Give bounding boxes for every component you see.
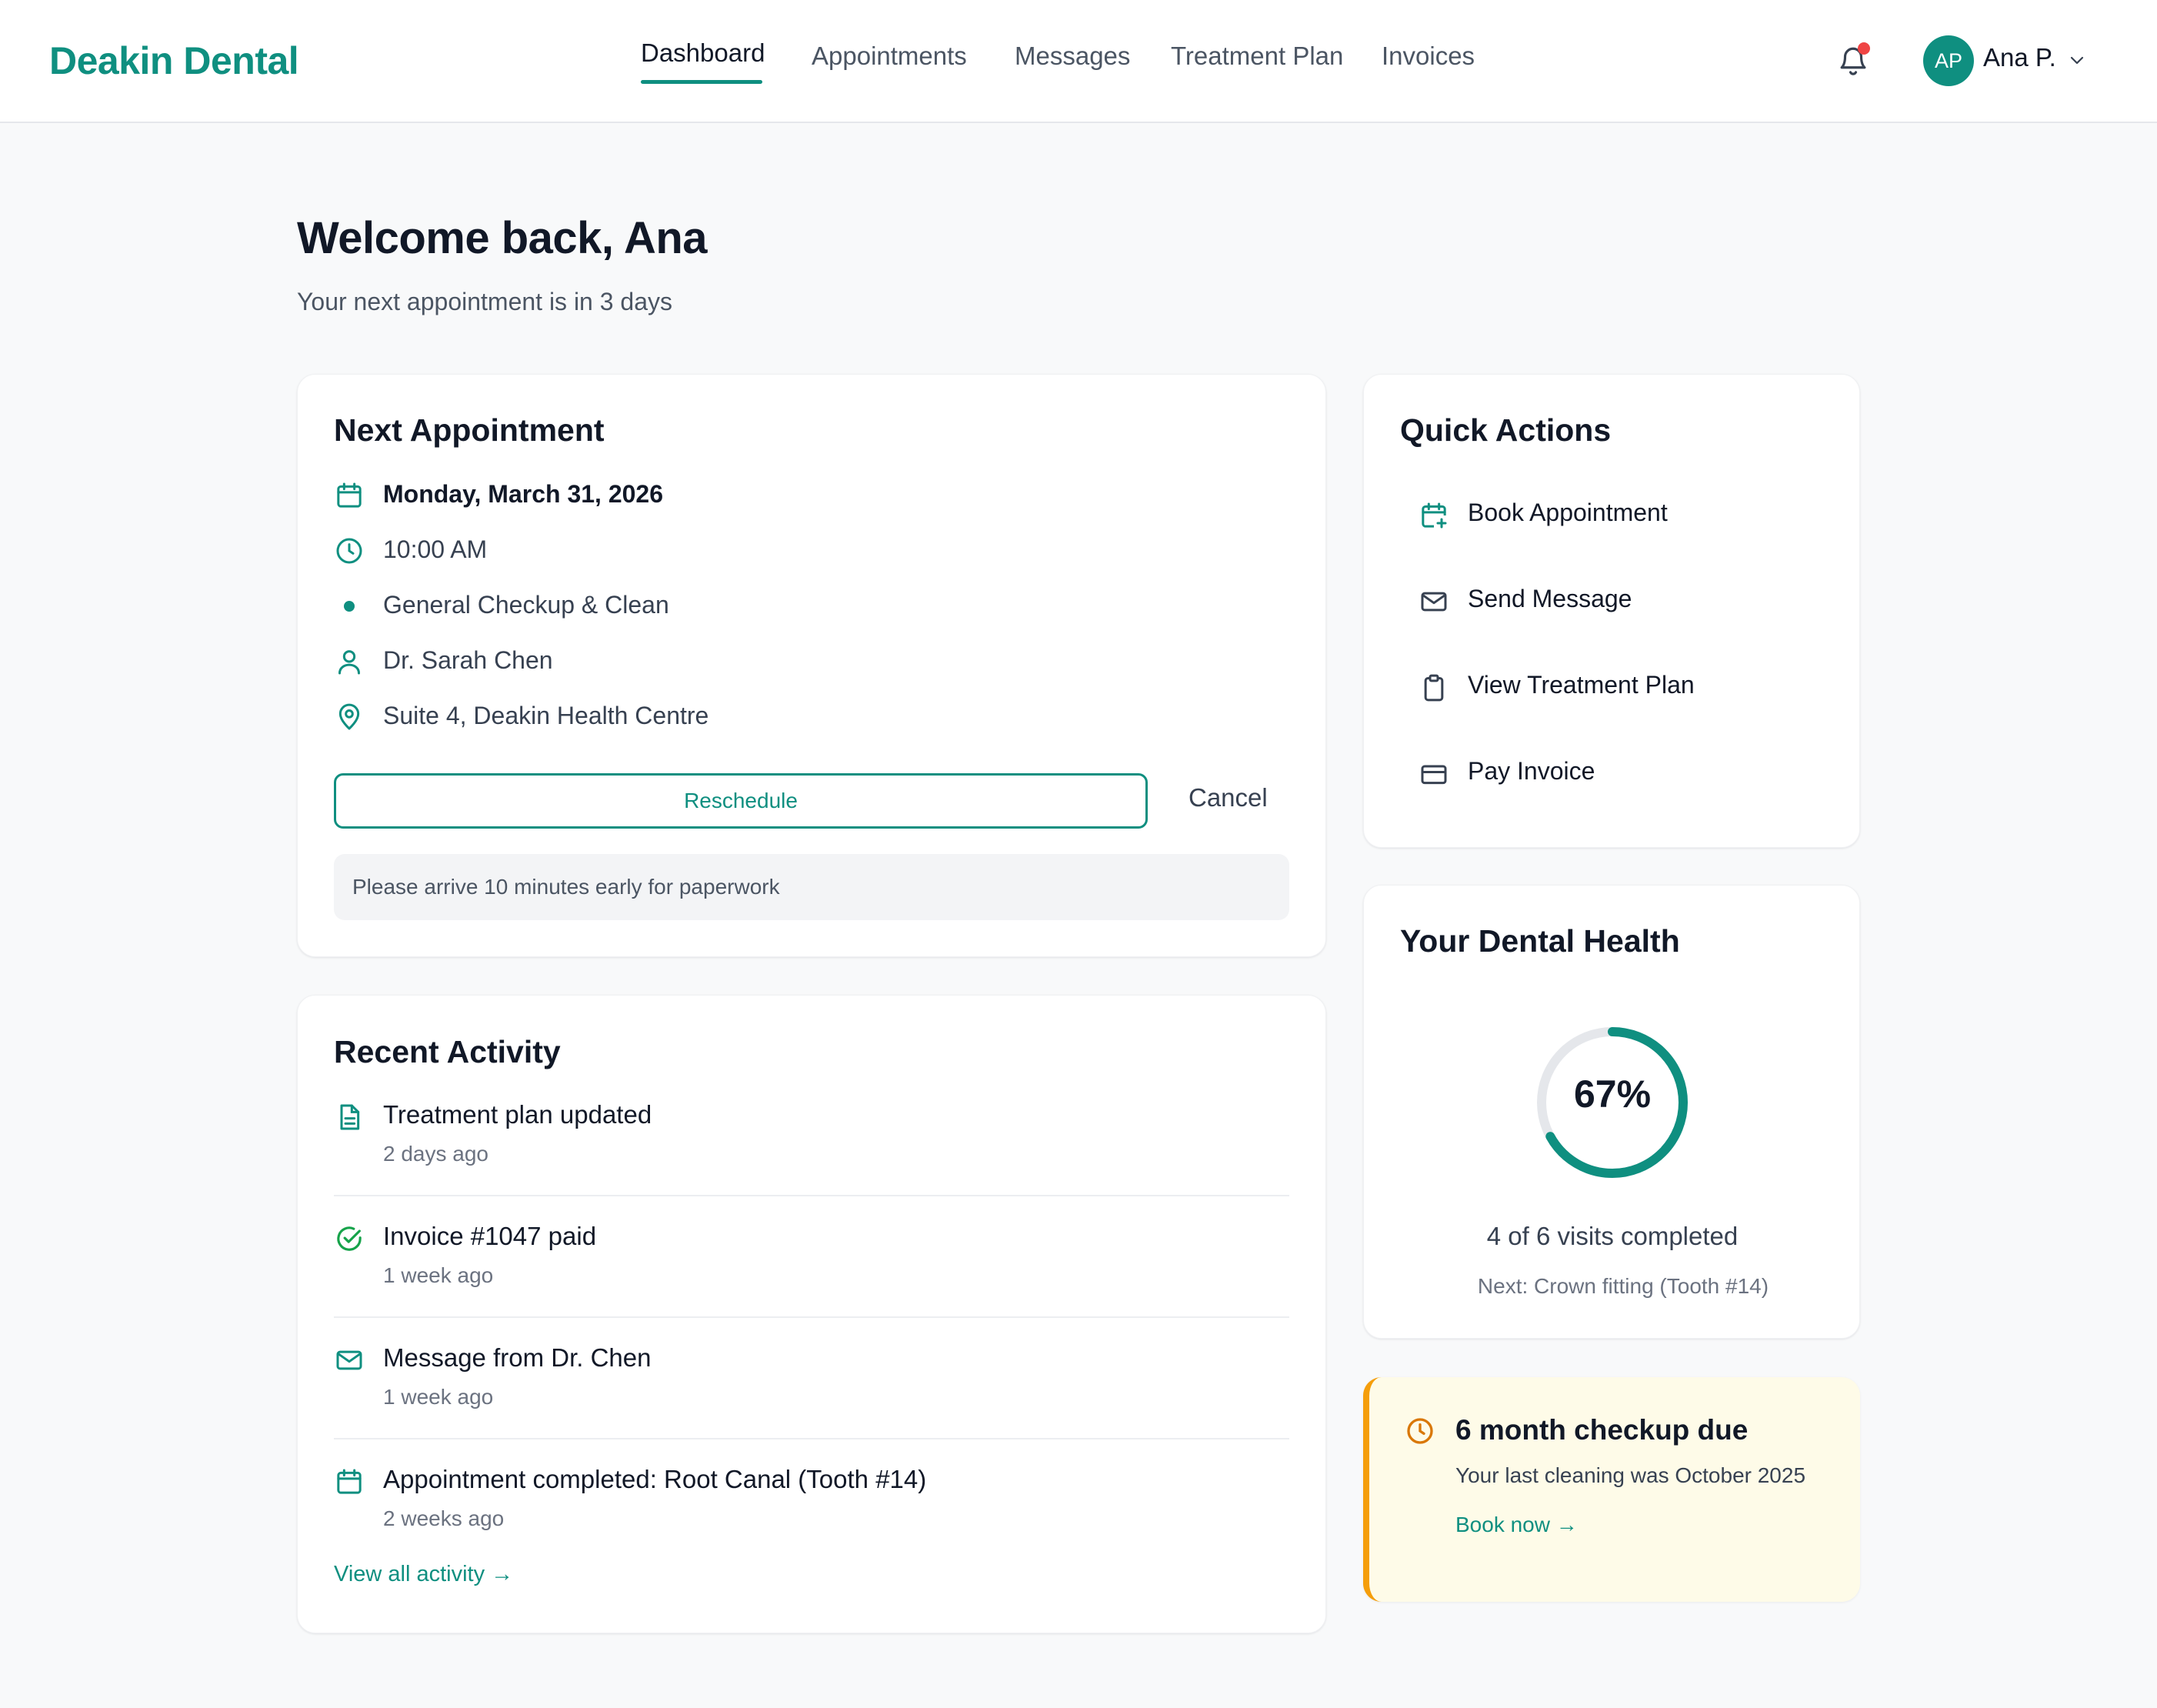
user-menu-name[interactable]: Ana P. bbox=[1983, 43, 2056, 72]
next-treatment: Next: Crown fitting (Tooth #14) bbox=[1477, 1274, 1769, 1298]
alert-title: 6 month checkup due bbox=[1455, 1414, 1749, 1446]
avatar[interactable]: AP bbox=[1923, 35, 1974, 86]
mail-icon[interactable] bbox=[1419, 586, 1449, 617]
dot-icon bbox=[344, 601, 355, 612]
appointment-location: Suite 4, Deakin Health Centre bbox=[383, 702, 709, 729]
user-icon bbox=[338, 650, 360, 675]
document-icon bbox=[340, 1104, 360, 1130]
activity-title[interactable]: Treatment plan updated bbox=[383, 1100, 652, 1129]
activity-time: 2 weeks ago bbox=[383, 1506, 505, 1530]
credit-card-icon[interactable] bbox=[1419, 759, 1449, 789]
recent-activity-title: Recent Activity bbox=[334, 1034, 561, 1069]
reschedule-button[interactable]: Reschedule bbox=[334, 773, 1148, 829]
page-title: Welcome back, Ana bbox=[297, 213, 708, 263]
send-message-action[interactable]: Send Message bbox=[1468, 585, 1632, 613]
book-now-link[interactable]: Book now → bbox=[1455, 1513, 1578, 1537]
activity-title[interactable]: Appointment completed: Root Canal (Tooth… bbox=[383, 1465, 926, 1494]
appointment-note: Please arrive 10 minutes early for paper… bbox=[334, 854, 1289, 920]
book-appointment-action[interactable]: Book Appointment bbox=[1468, 499, 1668, 527]
map-pin-icon bbox=[338, 703, 360, 730]
chevron-down-icon[interactable] bbox=[2068, 54, 2086, 68]
nav-dashboard[interactable]: Dashboard bbox=[641, 38, 765, 68]
check-circle-icon bbox=[337, 1226, 362, 1251]
activity-title[interactable]: Message from Dr. Chen bbox=[383, 1343, 651, 1373]
calendar-icon bbox=[337, 1469, 362, 1494]
activity-time: 1 week ago bbox=[383, 1263, 494, 1287]
nav-messages[interactable]: Messages bbox=[1015, 42, 1130, 71]
recent-activity-card bbox=[297, 995, 1326, 1633]
calendar-plus-icon[interactable] bbox=[1419, 500, 1449, 531]
health-progress-value: 67% bbox=[1573, 1073, 1652, 1116]
view-treatment-plan-action[interactable]: View Treatment Plan bbox=[1468, 671, 1695, 699]
nav-appointments[interactable]: Appointments bbox=[812, 42, 967, 71]
appointment-date: Monday, March 31, 2026 bbox=[383, 480, 663, 508]
brand-logo[interactable]: Deakin Dental bbox=[49, 38, 299, 83]
page-subtitle: Your next appointment is in 3 days bbox=[297, 288, 673, 315]
pay-invoice-action[interactable]: Pay Invoice bbox=[1468, 757, 1595, 786]
view-all-activity-link[interactable]: View all activity → bbox=[334, 1562, 513, 1587]
next-appointment-title: Next Appointment bbox=[334, 412, 605, 448]
alert-subtitle: Your last cleaning was October 2025 bbox=[1455, 1463, 1806, 1487]
mail-icon bbox=[336, 1350, 362, 1370]
dental-health-title: Your Dental Health bbox=[1400, 923, 1680, 959]
appointment-dentist: Dr. Sarah Chen bbox=[383, 646, 553, 674]
checkup-alert bbox=[1363, 1377, 1860, 1602]
quick-actions-title: Quick Actions bbox=[1400, 412, 1612, 448]
activity-time: 1 week ago bbox=[383, 1385, 494, 1409]
cancel-button[interactable]: Cancel bbox=[1189, 783, 1268, 812]
nav-treatment-plan[interactable]: Treatment Plan bbox=[1171, 42, 1343, 71]
notification-dot bbox=[1858, 42, 1870, 55]
activity-divider bbox=[334, 1438, 1289, 1439]
calendar-icon bbox=[337, 482, 362, 508]
clock-icon bbox=[336, 538, 362, 564]
appointment-time: 10:00 AM bbox=[383, 535, 488, 563]
clock-icon bbox=[1407, 1418, 1433, 1444]
activity-divider bbox=[334, 1195, 1289, 1196]
activity-time: 2 days ago bbox=[383, 1142, 488, 1166]
activity-divider bbox=[334, 1316, 1289, 1318]
activity-title[interactable]: Invoice #1047 paid bbox=[383, 1222, 596, 1251]
clipboard-icon[interactable] bbox=[1419, 672, 1449, 703]
nav-invoices[interactable]: Invoices bbox=[1382, 42, 1475, 71]
visits-completed: 4 of 6 visits completed bbox=[1486, 1222, 1739, 1250]
appointment-service: General Checkup & Clean bbox=[383, 591, 669, 619]
nav-active-indicator bbox=[641, 80, 762, 84]
